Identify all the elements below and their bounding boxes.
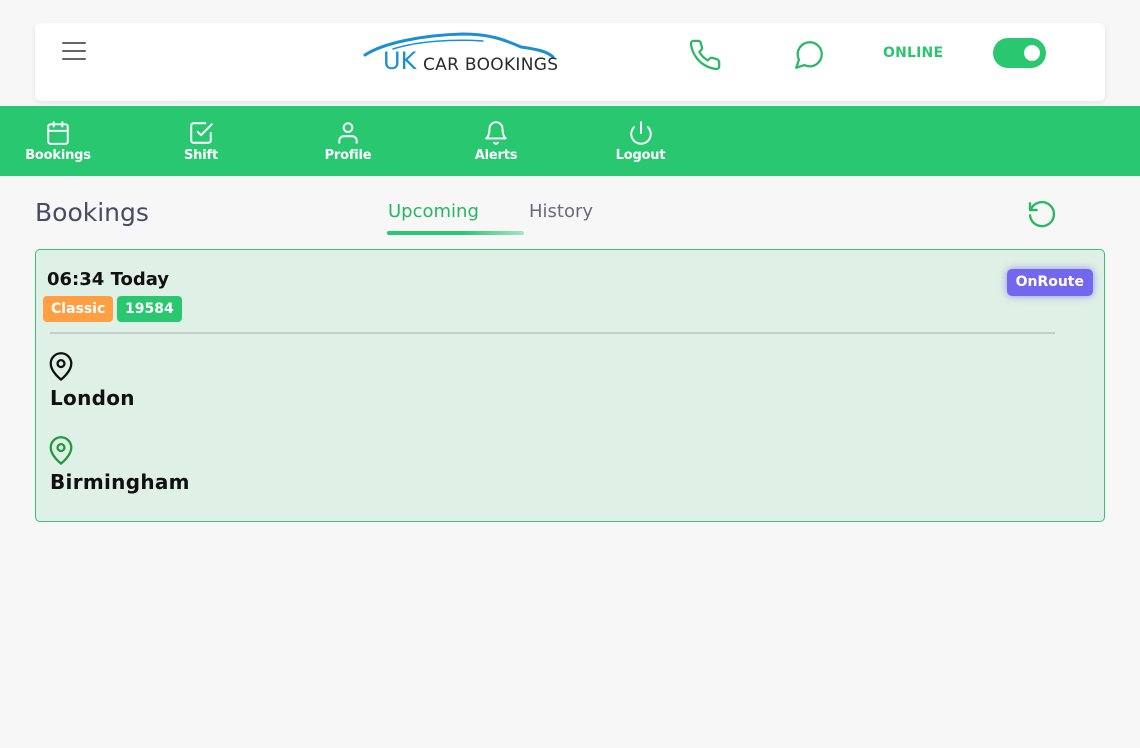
logo: UK CAR BOOKINGS [363,31,558,81]
dropoff-location-icon [49,436,73,465]
bell-icon [485,120,507,145]
booking-time: 06:34 Today [47,269,170,290]
online-toggle[interactable] [993,38,1046,68]
toggle-knob [1024,45,1040,61]
nav-label: Profile [324,147,372,163]
tab-history[interactable]: History [529,201,593,222]
online-status-label: ONLINE [883,45,944,61]
chat-icon[interactable] [792,38,826,72]
dropoff-location: Birmingham [50,470,190,494]
logo-uk-text: UK [383,47,417,75]
nav-label: Alerts [474,147,518,163]
power-icon [629,120,652,145]
user-icon [338,121,358,144]
nav-item-bookings[interactable]: Bookings [25,106,91,176]
booking-id-badge: 19584 [117,296,182,322]
nav-item-profile[interactable]: Profile [323,106,373,176]
checkbox-icon [190,121,213,144]
refresh-icon[interactable] [1026,198,1058,230]
nav-label: Shift [184,147,218,163]
page-title: Bookings [35,198,149,227]
pickup-location-icon [49,352,73,381]
top-header: UK CAR BOOKINGS ONLINE [35,23,1105,101]
nav-item-alerts[interactable]: Alerts [472,106,520,176]
phone-icon[interactable] [688,38,722,72]
menu-icon[interactable] [62,42,88,62]
nav-item-logout[interactable]: Logout [613,106,668,176]
logo-brand-text: CAR BOOKINGS [423,55,559,75]
nav-label: Logout [615,147,666,163]
status-badge: OnRoute [1006,269,1093,296]
nav-item-shift[interactable]: Shift [181,106,221,176]
booking-card[interactable]: 06:34 Today Classic 19584 OnRoute London… [35,249,1105,522]
vehicle-class-badge: Classic [43,296,114,322]
card-divider [50,332,1055,334]
main-nav: Bookings Shift Profile Alerts Logout [0,106,1140,176]
tab-upcoming[interactable]: Upcoming [388,201,479,222]
calendar-icon [47,120,69,145]
nav-label: Bookings [25,147,91,163]
pickup-location: London [50,386,135,410]
active-tab-indicator [387,231,524,235]
